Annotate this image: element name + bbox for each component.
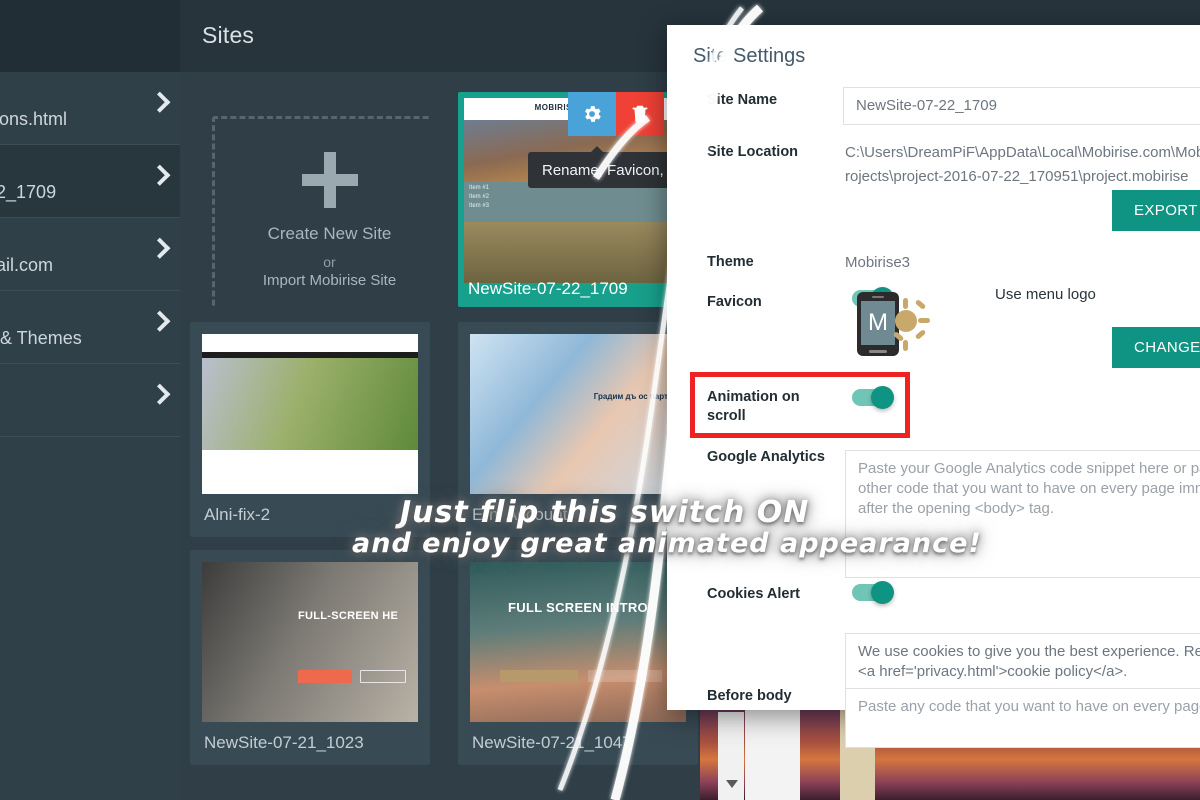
site-card-caption: NewSite-07-21_1023 [204,733,364,752]
use-menu-logo-label: Use menu logo [995,286,1096,303]
thumb-footer [202,450,418,494]
site-settings-button[interactable] [568,92,616,136]
site-card-caption: NewSite-07-21_1047 [472,733,632,752]
animation-highlight-box [690,372,910,438]
toggle-knob [871,581,894,604]
site-thumbnail: FULL-SCREEN HE [202,562,418,722]
google-analytics-label: Google Analytics [707,449,825,465]
before-body-label: Before body [707,687,792,706]
chevron-right-icon [149,237,171,259]
create-or-label: or [323,253,336,270]
site-card-selected[interactable]: MOBIRISE GIVES YO Item #1 Item #2 Item #… [458,92,698,307]
site-name-label: Site Name [707,92,778,108]
favicon-preview: M [857,292,930,358]
thumb-button-primary [298,670,352,683]
topbar-left-panel [0,0,180,72]
thumb-render [202,334,418,494]
chevron-right-icon [149,91,171,113]
dialog-title: Site Settings [693,45,806,67]
favicon-label: Favicon [707,294,762,310]
site-card-caption: Alni-fix-2 [204,505,271,524]
thumb-menu-item-2: Item #2 [469,194,490,200]
create-new-site-dropzone[interactable]: Create New Site or Import Mobirise Site [212,116,430,307]
site-card-1023[interactable]: FULL-SCREEN HE NewSite-07-21_1023 [190,550,430,765]
trash-icon [632,105,648,123]
site-thumbnail: Градим дъ ос парт ьо [470,334,686,494]
sidebar-item-4[interactable] [0,364,180,437]
before-body-label-line1: Before body [707,688,792,704]
sidebar-item-label: s & Themes [0,328,82,348]
annotation-line-1: Just flip this switch ON [400,495,810,530]
change-favicon-button[interactable]: CHANGE FAVICO [1112,327,1200,368]
create-new-site-label: Create New Site [267,223,392,243]
sidebar-item-3[interactable]: s & Themes [0,291,180,364]
import-site-label: Import Mobirise Site [262,271,397,289]
scroll-down-arrow-icon[interactable] [726,780,738,788]
site-name-input[interactable]: NewSite-07-22_1709 [843,87,1200,125]
sidebar-item-0[interactable]: icons.html [0,72,180,145]
background-preview-gap [745,710,800,800]
thumb-render: FULL SCREEN INTRO [470,562,686,722]
site-settings-dialog: Site Settings Site Name NewSite-07-22_17… [667,25,1200,748]
thumb-hero [202,358,418,450]
create-new-site-card[interactable]: Create New Site or Import Mobirise Site [190,92,430,307]
phone-screen: M [861,301,895,345]
thumb-button-secondary [588,670,662,682]
gear-icon [585,106,601,122]
thumb-menu: Item #1 Item #2 Item #3 [464,182,692,222]
sidebar-item-label: nail.com [0,255,54,275]
screenshot-root: Sites icons.html 22_1709 nail.com s & Th… [0,0,1200,800]
chevron-right-icon [149,164,171,186]
site-location-line1: C:\Users\DreamPiF\AppData\Local\Mobirise… [845,144,1200,161]
export-site-button[interactable]: EXPORT SIT [1112,190,1200,231]
thumb-navbar [202,334,418,352]
thumb-render: FULL-SCREEN HE [202,562,418,722]
thumb-button-secondary [360,670,406,683]
phone-speaker [872,296,884,298]
sidebar-item-1[interactable]: 22_1709 [0,145,180,218]
site-thumbnail: FULL SCREEN INTRO [470,562,686,722]
sidebar-item-label: icons.html [0,109,68,129]
site-thumbnail [202,334,418,494]
thumb-render: Градим дъ ос парт ьо [470,334,686,494]
sun-rays-icon [892,296,930,352]
thumb-button-primary [500,670,578,682]
page-title: Sites [202,22,255,48]
chevron-right-icon [149,383,171,405]
thumb-field [464,222,692,283]
site-card-alni[interactable]: Alni-fix-2 [190,322,430,537]
thumb-hero-text: FULL-SCREEN HE [298,610,399,622]
favicon-letter: M [868,309,888,336]
theme-label: Theme [707,254,754,270]
sidebar: icons.html 22_1709 nail.com s & Themes [0,72,180,800]
cookies-alert-label: Cookies Alert [707,586,800,602]
thumb-hero-text: FULL SCREEN INTRO [508,600,648,615]
annotation-line-2: and enjoy great animated appearance! [352,528,982,559]
site-location-line2: rojects\project-2016-07-22_170951\projec… [845,168,1189,185]
phone-home-button [869,350,887,353]
sites-grid: Create New Site or Import Mobirise Site … [180,72,700,800]
site-location-label: Site Location [707,144,799,160]
plus-icon [301,151,358,208]
cookies-alert-toggle[interactable] [852,581,896,604]
before-body-textarea[interactable]: Paste any code that you want to have on … [845,688,1200,748]
sidebar-item-label: 22_1709 [0,182,57,202]
thumb-menu-item-3: Item #3 [469,203,490,209]
chevron-right-icon [149,310,171,332]
site-delete-button[interactable] [616,92,664,136]
site-card-caption: NewSite-07-22_1709 [468,279,628,298]
sidebar-item-2[interactable]: nail.com [0,218,180,291]
theme-value: Mobirise3 [845,254,911,271]
site-card-1047[interactable]: FULL SCREEN INTRO NewSite-07-21_1047 [458,550,698,765]
